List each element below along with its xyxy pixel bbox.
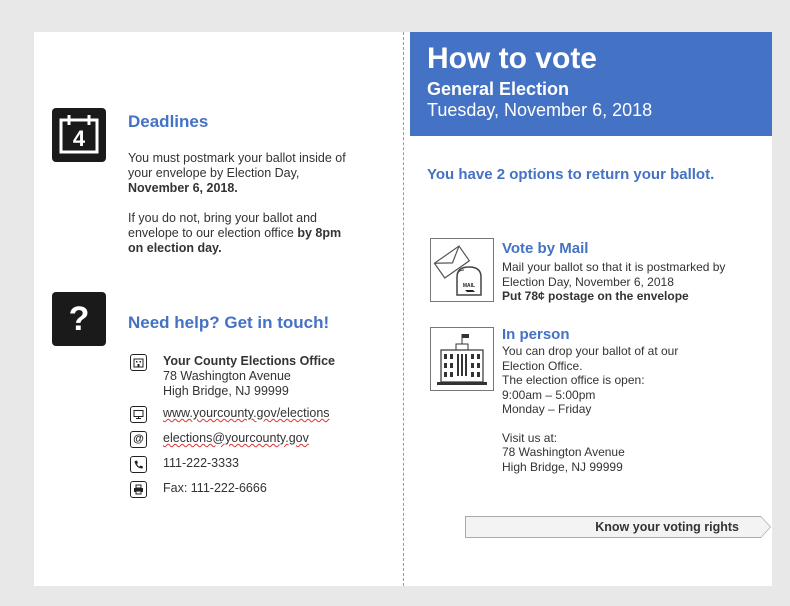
deadlines-paragraph-1-text: You must postmark your ballot inside of … xyxy=(128,151,346,180)
website-link[interactable]: www.yourcounty.gov/elections xyxy=(163,406,330,421)
office-contact: Your County Elections Office 78 Washingt… xyxy=(130,354,335,399)
website-row: www.yourcounty.gov/elections xyxy=(130,406,330,423)
mailbox-label: MAIL xyxy=(463,283,475,289)
vote-by-mail-text: Mail your ballot so that it is postmarke… xyxy=(502,260,752,304)
phone-number[interactable]: 111-222-3333 xyxy=(163,456,239,471)
in-person-line-1: You can drop your ballot of at our xyxy=(502,344,679,358)
office-address-line2: High Bridge, NJ 99999 xyxy=(163,384,289,398)
fax-row: Fax: 111-222-6666 xyxy=(130,481,267,498)
mail-line-1: Mail your ballot so that it is postmarke… xyxy=(502,260,726,274)
options-title: You have 2 options to return your ballot… xyxy=(427,166,715,183)
deadlines-paragraph-2: If you do not, bring your ballot and env… xyxy=(128,211,348,256)
banner-title: How to vote xyxy=(427,42,597,75)
visit-address-line2: High Bridge, NJ 99999 xyxy=(502,459,623,474)
office-address-line1: 78 Washington Avenue xyxy=(163,369,291,383)
at-sign-icon: @ xyxy=(130,431,147,448)
deadlines-paragraph-1-date: November 6, 2018. xyxy=(128,181,238,195)
arrow-right-icon-fill xyxy=(761,517,770,537)
mail-postage: Put 78¢ postage on the envelope xyxy=(502,289,689,303)
calendar-number: 4 xyxy=(73,126,86,151)
in-person-days: Monday – Friday xyxy=(502,402,592,416)
email-link[interactable]: elections@yourcounty.gov xyxy=(163,431,309,446)
vote-by-mail-title: Vote by Mail xyxy=(502,240,589,257)
government-building-icon xyxy=(430,327,494,391)
question-mark-icon: ? xyxy=(52,292,106,346)
visit-us-label: Visit us at: xyxy=(502,430,558,445)
ballot-insert-card: 4 Deadlines You must postmark your ballo… xyxy=(34,32,772,586)
mailbox-icon: MAIL xyxy=(430,238,494,302)
office-name: Your County Elections Office xyxy=(163,354,336,368)
calendar-icon: 4 xyxy=(52,108,106,162)
phone-row: 111-222-3333 xyxy=(130,456,239,473)
email-row: @ elections@yourcounty.gov xyxy=(130,431,309,448)
in-person-line-2: Election Office. xyxy=(502,358,583,373)
fax-icon xyxy=(130,481,147,498)
banner-subtitle: General Election xyxy=(427,79,570,99)
banner-date: Tuesday, November 6, 2018 xyxy=(427,100,653,120)
deadlines-title: Deadlines xyxy=(128,112,209,131)
monitor-icon xyxy=(130,406,147,423)
deadlines-paragraph-1: You must postmark your ballot inside of … xyxy=(128,151,348,196)
in-person-hours: 9:00am – 5:00pm xyxy=(502,387,596,402)
fax-number: Fax: 111-222-6666 xyxy=(163,481,267,495)
in-person-text: You can drop your ballot of at our Elect… xyxy=(502,344,752,474)
in-person-line-3: The election office is open: xyxy=(502,373,645,387)
in-person-title: In person xyxy=(502,326,570,343)
phone-icon xyxy=(130,456,147,473)
header-banner: How to vote General Election Tuesday, No… xyxy=(410,32,772,136)
visit-address-line1: 78 Washington Avenue xyxy=(502,445,625,459)
deadlines-paragraph-2-text: If you do not, bring your ballot and env… xyxy=(128,211,318,240)
voting-rights-button[interactable]: Know your voting rights xyxy=(465,516,761,538)
help-title: Need help? Get in touch! xyxy=(128,313,330,332)
mail-line-2: Election Day, November 6, 2018 xyxy=(502,274,674,289)
fold-divider xyxy=(403,32,404,586)
building-icon xyxy=(130,354,147,371)
